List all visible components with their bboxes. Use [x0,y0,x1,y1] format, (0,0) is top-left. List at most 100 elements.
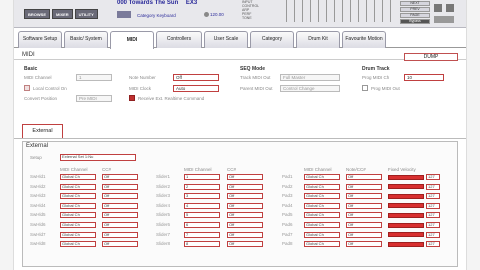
slider-channel-field[interactable]: 5 [184,212,220,219]
tab-controllers[interactable]: Controllers [156,31,202,48]
fader[interactable] [366,0,367,22]
tab-basic-system[interactable]: Basic/ System [64,31,108,48]
switch-channel-field[interactable]: Global Ch [60,174,96,180]
fader[interactable] [302,0,303,22]
pad-channel-field[interactable]: Global Ch [304,174,340,180]
switch-cc-field[interactable]: Off [102,212,138,219]
pad-channel-field[interactable]: Global Ch [304,212,340,219]
velocity-bar[interactable] [388,184,424,190]
velocity-bar[interactable] [388,222,424,228]
velocity-bar[interactable] [388,193,424,199]
velocity-bar[interactable] [388,174,424,180]
page-button[interactable]: PAGE [400,13,430,18]
switch-channel-field[interactable]: Global Ch [60,222,96,228]
fader[interactable] [342,0,343,22]
slider-cc-field[interactable]: Off [227,202,263,209]
tab-drum-kit[interactable]: Drum Kit [296,31,340,48]
switch-cc-field[interactable]: Off [102,174,138,180]
slider-cc-field[interactable]: Off [227,231,263,238]
tab-external[interactable]: External [22,124,63,138]
parent-midi-out-field[interactable]: Control Change [280,85,340,92]
slider-cc-field[interactable]: Off [227,241,263,248]
tab-software-setup[interactable]: Software Setup [18,31,62,48]
fader[interactable] [310,0,311,22]
mixer-button[interactable]: MIXER [52,9,73,19]
local-control-checkbox[interactable] [24,85,30,91]
tab-favourite-motion[interactable]: Favourite Motion [342,31,386,48]
velocity-value[interactable]: 127 [426,231,440,238]
slider-cc-field[interactable]: Off [227,222,263,228]
slider-channel-field[interactable]: 7 [184,231,220,238]
slider-cc-field[interactable]: Off [227,193,263,200]
fader[interactable] [286,0,287,22]
pad-channel-field[interactable]: Global Ch [304,193,340,200]
bypass-button[interactable]: Bypass [400,19,430,24]
fader[interactable] [390,0,391,22]
slider-channel-field[interactable]: 2 [184,183,220,190]
pad-note-field[interactable]: Off [346,222,382,228]
fader[interactable] [374,0,375,22]
setup-field[interactable]: External Set 1:Nu [60,154,136,161]
pad-note-field[interactable]: Off [346,174,382,180]
tab-user-scale[interactable]: User Scale [204,31,248,48]
slider-channel-field[interactable]: 6 [184,222,220,228]
midi-clock-field[interactable]: Auto [173,85,219,92]
fader[interactable] [382,0,383,22]
slider-channel-field[interactable]: 1 [184,174,220,180]
convert-position-field[interactable]: Pre MIDI [76,95,112,102]
dump-button[interactable]: DUMP [404,53,458,61]
pad-note-field[interactable]: Off [346,202,382,209]
pad-channel-field[interactable]: Global Ch [304,241,340,248]
transport-icon[interactable] [434,4,442,12]
browse-button[interactable]: BROWSE [24,9,50,19]
slider-channel-field[interactable]: 8 [184,241,220,248]
tab-category[interactable]: Category [250,31,294,48]
fader[interactable] [334,0,335,22]
switch-channel-field[interactable]: Global Ch [60,212,96,219]
note-number-field[interactable]: Off [173,74,219,81]
switch-cc-field[interactable]: Off [102,183,138,190]
fader[interactable] [294,0,295,22]
velocity-bar[interactable] [388,241,424,247]
velocity-value[interactable]: 127 [426,183,440,190]
fader[interactable] [318,0,319,22]
switch-cc-field[interactable]: Off [102,202,138,209]
velocity-value[interactable]: 127 [426,241,440,248]
track-midi-out-field[interactable]: Full Master [280,74,340,81]
fader[interactable] [326,0,327,22]
slider-cc-field[interactable]: Off [227,174,263,180]
switch-channel-field[interactable]: Global Ch [60,193,96,200]
next-button[interactable]: NEXT [400,1,430,6]
pad-channel-field[interactable]: Global Ch [304,231,340,238]
switch-channel-field[interactable]: Global Ch [60,241,96,248]
slider-channel-field[interactable]: 4 [184,202,220,209]
velocity-value[interactable]: 127 [426,193,440,200]
pad-channel-field[interactable]: Global Ch [304,183,340,190]
transport-icon[interactable] [446,4,454,12]
velocity-value[interactable]: 127 [426,222,440,228]
velocity-value[interactable]: 127 [426,174,440,180]
transport-bar[interactable] [434,16,454,23]
slider-channel-field[interactable]: 3 [184,193,220,200]
pad-note-field[interactable]: Off [346,231,382,238]
switch-cc-field[interactable]: Off [102,241,138,248]
switch-channel-field[interactable]: Global Ch [60,202,96,209]
switch-channel-field[interactable]: Global Ch [60,231,96,238]
switch-cc-field[interactable]: Off [102,193,138,200]
velocity-value[interactable]: 127 [426,212,440,219]
switch-cc-field[interactable]: Off [102,222,138,228]
prog-midi-ch-field[interactable]: 10 [404,74,444,81]
pad-channel-field[interactable]: Global Ch [304,202,340,209]
velocity-bar[interactable] [388,212,424,218]
mode-item[interactable]: TONE [242,16,259,20]
tab-midi[interactable]: MIDI [110,31,154,49]
switch-cc-field[interactable]: Off [102,231,138,238]
pad-note-field[interactable]: Off [346,183,382,190]
pad-channel-field[interactable]: Global Ch [304,222,340,228]
prog-midi-out-checkbox[interactable] [362,85,368,91]
fader[interactable] [350,0,351,22]
midi-channel-field[interactable]: 1 [76,74,112,81]
switch-channel-field[interactable]: Global Ch [60,183,96,190]
velocity-bar[interactable] [388,232,424,238]
realtime-checkbox[interactable] [129,95,135,101]
